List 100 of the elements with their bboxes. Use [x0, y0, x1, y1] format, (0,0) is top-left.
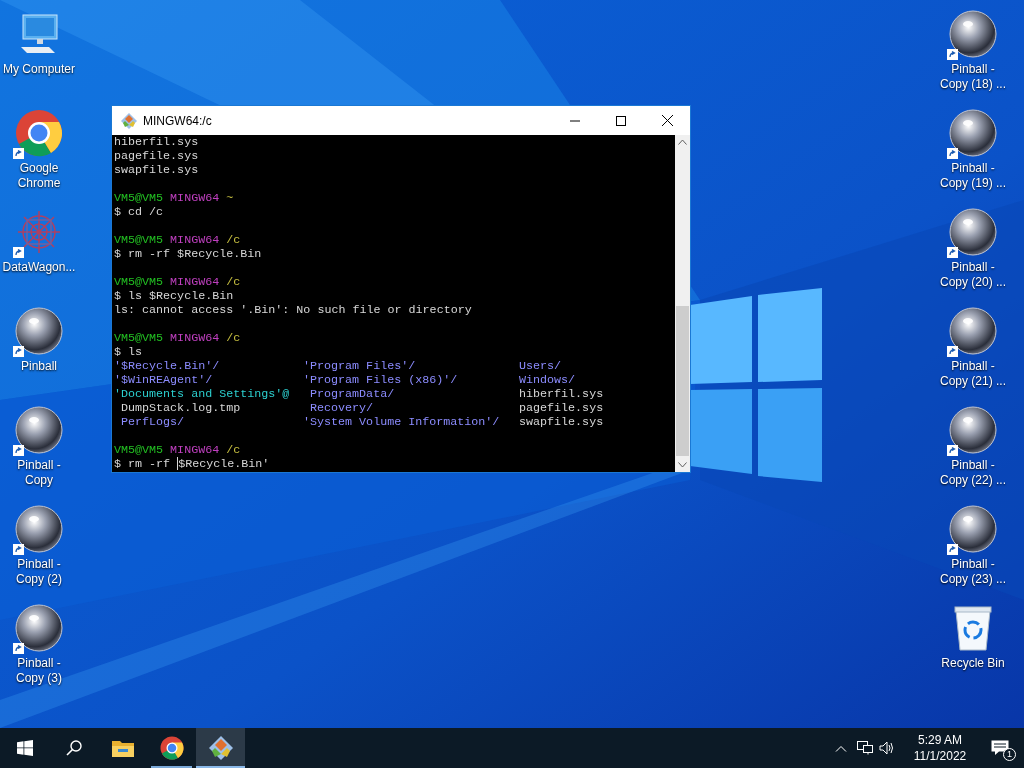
file-entry: swapfile.sys [519, 415, 604, 429]
prompt-path: /c [226, 233, 241, 247]
desktop-icon[interactable]: Pinball - Copy (3) [0, 602, 78, 701]
prompt-host: MINGW64 [170, 331, 220, 345]
icon-label: My Computer [2, 62, 76, 77]
scroll-up-icon[interactable] [678, 139, 687, 145]
prompt-host: MINGW64 [170, 275, 220, 289]
file-entry: DumpStack.log.tmp [120, 401, 241, 415]
clock-date: 11/1/2022 [913, 748, 967, 764]
chrome-icon [15, 109, 63, 157]
windows-logo-icon [16, 740, 33, 756]
prompt-user: VM5@VM5 [114, 331, 164, 345]
file-entry: '$WinREAgent'/ [114, 373, 213, 387]
terminal-line: pagefile.sys [114, 149, 199, 163]
file-entry: 'Documents and Settings'@ [114, 387, 290, 401]
prompt-host: MINGW64 [170, 233, 220, 247]
scrollbar[interactable] [675, 135, 690, 472]
chrome-icon [159, 736, 184, 760]
desktop-icon[interactable]: Pinball - Copy (2) [0, 503, 78, 602]
network-icon[interactable] [857, 741, 873, 755]
desktop-icon[interactable]: My Computer [0, 8, 78, 107]
icon-label: Pinball - Copy (19) ... [939, 161, 1007, 191]
diamond-logo-icon [121, 112, 137, 129]
prompt-path: ~ [226, 191, 234, 205]
sphere-icon [949, 10, 997, 58]
desktop-icon[interactable]: DataWagon... [0, 206, 78, 305]
taskbar-button[interactable] [196, 728, 245, 768]
speech-bubble-icon [991, 740, 1009, 756]
file-entry: Recovery/ [309, 401, 374, 415]
terminal-line: $ cd /c [114, 205, 164, 219]
terminal-line: $ rm -rf $Recycle.Bin [114, 247, 262, 261]
desktop-icon[interactable]: Pinball - Copy (21) ... [934, 305, 1012, 404]
icon-label: Google Chrome [16, 161, 62, 191]
icon-label: Pinball - Copy (23) ... [939, 557, 1007, 587]
search-icon [65, 740, 82, 756]
recycle-bin-icon [953, 605, 993, 651]
desktop-icon[interactable]: Google Chrome [0, 107, 78, 206]
file-entry: Windows/ [519, 373, 576, 387]
maximize-icon [616, 115, 626, 126]
icon-label: Pinball - Copy (2) [15, 557, 63, 587]
file-entry: pagefile.sys [519, 401, 604, 415]
file-entry: ProgramData/ [309, 387, 395, 401]
window-title: MINGW64:/c [143, 112, 212, 130]
scroll-thumb[interactable] [676, 306, 689, 456]
icon-label: Pinball - Copy (22) ... [939, 458, 1007, 488]
terminal-line: ls: cannot access '.Bin': No such file or directory [114, 303, 472, 317]
sphere-icon [949, 406, 997, 454]
prompt-user: VM5@VM5 [114, 191, 164, 205]
snowflake-pattern-icon [16, 209, 62, 255]
icon-label: DataWagon... [2, 260, 76, 275]
file-entry: 'System Volume Information'/ [303, 415, 500, 429]
prompt-user: VM5@VM5 [114, 275, 164, 289]
sphere-icon [15, 307, 63, 355]
prompt-path: /c [226, 443, 241, 457]
diamond-logo-icon [208, 736, 233, 760]
desktop-icon[interactable]: Pinball - Copy (20) ... [934, 206, 1012, 305]
desktop-icon[interactable]: Pinball - Copy (22) ... [934, 404, 1012, 503]
prompt-user: VM5@VM5 [114, 233, 164, 247]
clock-time: 5:29 AM [918, 732, 962, 748]
icon-label: Pinball - Copy (3) [15, 656, 63, 686]
desktop-icon[interactable]: Pinball - Copy [0, 404, 78, 503]
sphere-icon [15, 406, 63, 454]
command-input[interactable]: $ rm -rf $Recycle.Bin' [114, 457, 270, 471]
terminal-line: swapfile.sys [114, 163, 199, 177]
terminal-line: $ ls [114, 345, 143, 359]
prompt-path: /c [226, 331, 241, 345]
desktop-icon[interactable]: Pinball - Copy (18) ... [934, 8, 1012, 107]
icon-label: Pinball - Copy [16, 458, 62, 488]
file-entry: '$Recycle.Bin'/ [114, 359, 220, 373]
sphere-icon [949, 109, 997, 157]
file-entry: 'Program Files'/ [303, 359, 416, 373]
file-entry: hiberfil.sys [519, 387, 604, 401]
chevron-up-icon[interactable] [835, 744, 847, 752]
notification-count: 1 [1003, 748, 1016, 761]
prompt-host: MINGW64 [170, 191, 220, 205]
sphere-icon [15, 604, 63, 652]
file-entry: 'Program Files (x86)'/ [303, 373, 458, 387]
desktop-icon[interactable]: Pinball - Copy (19) ... [934, 107, 1012, 206]
speaker-icon[interactable] [879, 741, 894, 755]
sphere-icon [949, 208, 997, 256]
file-entry: PerfLogs/ [120, 415, 185, 429]
icon-label: Pinball [20, 359, 58, 374]
desktop-icon[interactable]: Recycle Bin [934, 602, 1012, 701]
icon-label: Recycle Bin [940, 656, 1006, 671]
desktop-icon[interactable]: Pinball [0, 305, 78, 404]
icon-label: Pinball - Copy (20) ... [939, 260, 1007, 290]
icon-label: Pinball - Copy (18) ... [939, 62, 1007, 92]
terminal-line: $ ls $Recycle.Bin [114, 289, 234, 303]
file-entry: Users/ [519, 359, 562, 373]
desktop-icon[interactable]: Pinball - Copy (23) ... [934, 503, 1012, 602]
sphere-icon [949, 307, 997, 355]
sphere-icon [15, 505, 63, 553]
folder-icon [111, 739, 134, 757]
sphere-icon [949, 505, 997, 553]
close-icon [661, 115, 673, 126]
clock[interactable]: 5:29 AM 11/1/2022 [904, 732, 976, 764]
terminal-line: hiberfil.sys [114, 135, 199, 149]
scroll-down-icon[interactable] [678, 462, 687, 468]
prompt-host: MINGW64 [170, 443, 220, 457]
notification-button[interactable]: 1 [976, 728, 1024, 768]
